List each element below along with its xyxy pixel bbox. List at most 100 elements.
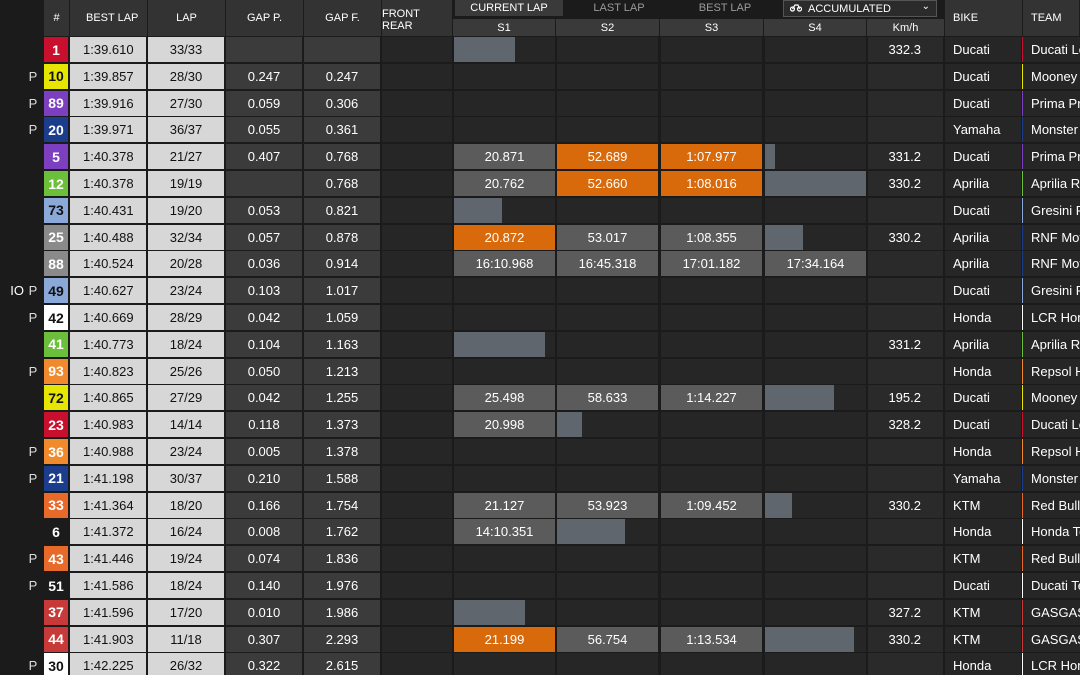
rider-name-fragment (0, 519, 24, 544)
pit-indicator (24, 627, 42, 652)
lap-count: 36/37 (148, 117, 224, 143)
gap-previous: 0.140 (226, 573, 302, 598)
lap-count: 27/30 (148, 90, 224, 116)
gap-previous: 0.055 (226, 117, 302, 143)
sector-4-cell (765, 90, 866, 116)
tab-best-lap[interactable]: BEST LAP (675, 0, 775, 16)
sector-2-cell (557, 546, 658, 572)
sector-2-cell (557, 63, 658, 89)
bike-header[interactable]: BIKE (945, 0, 1023, 36)
team-name: RNF Mot (1023, 224, 1080, 250)
gap-previous-header[interactable]: GAP P. (226, 0, 304, 36)
sector-2-cell (557, 197, 658, 223)
sector-1-cell: 16:10.968 (454, 251, 555, 277)
tab-current-lap[interactable]: CURRENT LAP (455, 0, 563, 16)
table-row[interactable]: 72 1:40.865 27/29 0.042 1.255 25.498 58.633 1:1… (0, 384, 1080, 411)
rider-name-fragment (0, 466, 24, 491)
best-lap-time: 1:41.596 (70, 599, 146, 625)
table-row[interactable]: P 42 1:40.669 28/29 0.042 1.059 Honda LCR Hon (0, 304, 1080, 331)
team-header[interactable]: TEAM (1023, 0, 1080, 36)
table-row[interactable]: 25 1:40.488 32/34 0.057 0.878 20.872 53.017 1:0… (0, 224, 1080, 251)
best-lap-time: 1:41.586 (70, 573, 146, 598)
lap-count: 32/34 (148, 224, 224, 250)
sector-time: 21.127 (454, 492, 555, 518)
lap-header[interactable]: LAP (148, 0, 226, 36)
table-row[interactable]: 23 1:40.983 14/14 0.118 1.373 20.998 328.2 Duca… (0, 411, 1080, 438)
tyre-info (382, 224, 452, 250)
sector-3-cell: 1:08.355 (661, 224, 762, 250)
tyre-info (382, 653, 452, 675)
pit-indicator (24, 332, 42, 357)
table-row[interactable]: 11:39.61033/33 332.3DucatiDucati Le (0, 36, 1080, 63)
sector-1-cell (454, 117, 555, 143)
progress-bar (765, 224, 803, 250)
rider-number-badge: 89 (44, 90, 68, 116)
speed-value: 330.2 (868, 171, 943, 196)
bike-manufacturer: Honda (945, 439, 1021, 464)
table-row[interactable]: P 51 1:41.586 18/24 0.140 1.976 Ducati Ducati T… (0, 572, 1080, 599)
table-row[interactable]: 12 1:40.378 19/19 0.768 20.762 52.660 1:08.016… (0, 170, 1080, 197)
sector-3-cell: 17:01.182 (661, 251, 762, 277)
table-row[interactable]: 33 1:41.364 18/20 0.166 1.754 21.127 53.923 1:0… (0, 492, 1080, 519)
lap-count: 23/24 (148, 439, 224, 464)
table-row[interactable]: P 89 1:39.916 27/30 0.059 0.306 Ducati Prima Pr… (0, 90, 1080, 117)
bike-manufacturer: Ducati (945, 37, 1021, 62)
sector-3-cell (661, 305, 762, 330)
sector-4-cell (765, 465, 866, 491)
bike-manufacturer: Ducati (945, 90, 1021, 116)
best-lap-time: 1:40.669 (70, 305, 146, 330)
sector-time: 20.871 (454, 144, 555, 170)
table-row[interactable]: P 30 1:42.225 26/32 0.322 2.615 Honda LCR Hon (0, 652, 1080, 675)
sector-4-cell (765, 144, 866, 170)
gap-first-header[interactable]: GAP F. (304, 0, 382, 36)
table-row[interactable]: P 36 1:40.988 23/24 0.005 1.378 Honda Repsol H (0, 438, 1080, 465)
rider-number-badge: 93 (44, 358, 68, 384)
rider-name-fragment (0, 653, 24, 675)
rider-number-badge: 49 (44, 278, 68, 304)
table-row[interactable]: P 43 1:41.446 19/24 0.074 1.836 KTM Red Bull (0, 545, 1080, 572)
team-name: Gresini R (1023, 278, 1080, 304)
gap-previous: 0.210 (226, 465, 302, 491)
lap-count: 28/29 (148, 305, 224, 330)
table-row[interactable]: 371:41.59617/200.0101.986 327.2KTMGASGAS (0, 599, 1080, 626)
pit-indicator (24, 493, 42, 518)
rider-number-badge: 44 (44, 626, 68, 652)
gap-first: 1.378 (304, 439, 380, 464)
sector-3-cell (661, 197, 762, 223)
table-row[interactable]: 6 1:41.372 16/24 0.008 1.762 14:10.351 Honda Ho… (0, 518, 1080, 545)
accumulated-dropdown[interactable]: ACCUMULATED ⌄ (783, 0, 937, 17)
gap-first: 1.976 (304, 573, 380, 598)
table-row[interactable]: 41 1:40.773 18/24 0.104 1.163 331.2 Aprilia Apr… (0, 331, 1080, 358)
tyre-info (382, 90, 452, 116)
gap-previous: 0.074 (226, 546, 302, 572)
tab-last-lap[interactable]: LAST LAP (565, 0, 673, 16)
bike-manufacturer: Ducati (945, 278, 1021, 304)
table-row[interactable]: P 93 1:40.823 25/26 0.050 1.213 Honda Repsol H (0, 358, 1080, 385)
table-row[interactable]: P101:39.85728/300.2470.247DucatiMooney V (0, 63, 1080, 90)
pit-indicator: P (28, 363, 38, 379)
sector-1-cell: 25.498 (454, 385, 555, 411)
sector-time: 1:13.534 (661, 626, 762, 652)
bike-manufacturer: Honda (945, 358, 1021, 384)
table-row[interactable]: 88 1:40.524 20/28 0.036 0.914 16:10.968 16:45.… (0, 250, 1080, 277)
table-row[interactable]: 73 1:40.431 19/20 0.053 0.821 Ducati Gresini R (0, 197, 1080, 224)
team-name: Honda Te (1023, 519, 1080, 545)
table-row[interactable]: IO P 49 1:40.627 23/24 0.103 1.017 Ducati Gresin… (0, 277, 1080, 304)
rider-number-badge: 25 (44, 224, 68, 250)
bike-manufacturer: Aprilia (945, 224, 1021, 250)
table-row[interactable]: 44 1:41.903 11/18 0.307 2.293 21.199 56.754 1:1… (0, 626, 1080, 653)
bike-manufacturer: Ducati (945, 573, 1021, 598)
table-row[interactable]: P 21 1:41.198 30/37 0.210 1.588 Yamaha Monster (0, 465, 1080, 492)
gap-previous: 0.307 (226, 626, 302, 652)
sector-1-cell (454, 305, 555, 330)
rider-number-badge: 6 (44, 519, 68, 545)
best-lap-time: 1:41.903 (70, 626, 146, 652)
sector-time: 16:45.318 (557, 251, 658, 277)
table-row[interactable]: 5 1:40.378 21/27 0.407 0.768 20.871 52.689 1:07… (0, 143, 1080, 170)
sector-time: 16:10.968 (454, 251, 555, 277)
sector-1-cell: 21.199 (454, 626, 555, 652)
bike-manufacturer: Ducati (945, 144, 1021, 170)
best-lap-header[interactable]: BEST LAP (70, 0, 148, 36)
table-row[interactable]: P 20 1:39.971 36/37 0.055 0.361 Yamaha Monster (0, 116, 1080, 143)
sector-time: 20.872 (454, 224, 555, 250)
